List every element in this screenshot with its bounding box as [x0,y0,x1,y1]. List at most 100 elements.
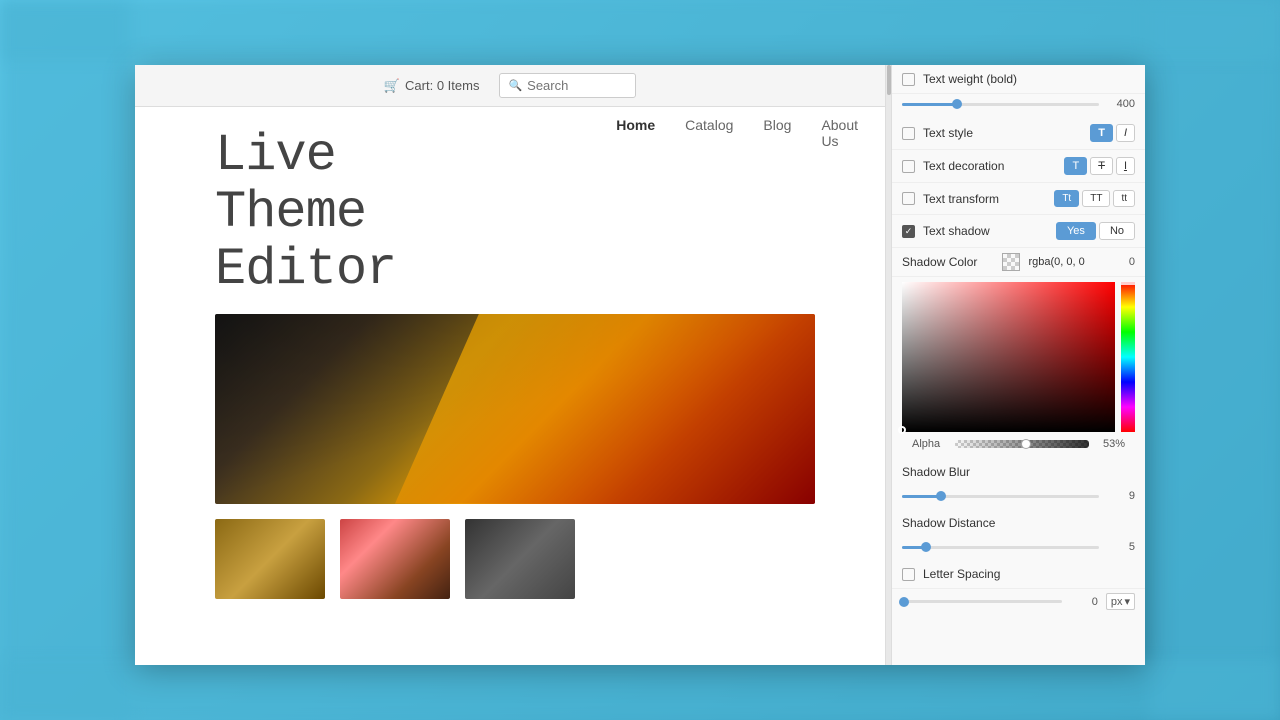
editor-panel: Text weight (bold) 400 Text style T I [885,65,1145,665]
alpha-track[interactable] [955,440,1089,448]
text-style-label: Text style [923,126,1082,140]
shadow-blur-value: 9 [1107,490,1135,502]
text-weight-thumb[interactable] [952,99,962,109]
alpha-label: Alpha [912,438,947,450]
text-transform-lower-btn[interactable]: tt [1113,190,1135,207]
text-shadow-yn: Yes No [1056,222,1135,240]
alpha-value: 53% [1097,438,1125,450]
shadow-distance-track[interactable] [902,546,1099,549]
panel-content: Text weight (bold) 400 Text style T I [892,65,1145,665]
letter-spacing-value: 0 [1070,596,1098,608]
letter-spacing-slider-row: 0 px ▾ [892,589,1145,617]
gradient-dark-overlay [902,282,1115,432]
alpha-thumb[interactable] [1021,439,1031,449]
shadow-color-value: rgba(0, 0, 0 [1028,256,1120,268]
shadow-blur-row: Shadow Blur [892,458,1145,486]
shadow-blur-track[interactable] [902,495,1099,498]
shadow-color-label: Shadow Color [902,255,994,269]
text-transform-label: Text transform [923,192,1046,206]
shadow-blur-label: Shadow Blur [902,465,1135,479]
shadow-distance-value: 5 [1107,541,1135,553]
preview-header: 🛒 Cart: 0 Items 🔍 [135,65,885,107]
search-input[interactable] [527,78,627,93]
hue-indicator [1121,282,1135,285]
letter-spacing-row: Letter Spacing [892,560,1145,589]
picker-cursor [898,426,906,434]
shadow-distance-thumb[interactable] [921,542,931,552]
text-decoration-checkbox[interactable] [902,160,915,173]
nav-item-blog[interactable]: Blog [763,117,791,149]
website-preview: 🛒 Cart: 0 Items 🔍 Live Theme Editor [135,65,885,665]
letter-spacing-unit[interactable]: px ▾ [1106,593,1135,610]
text-transform-title-btn[interactable]: Tt [1054,190,1079,207]
shadow-color-swatch[interactable] [1002,253,1020,271]
text-weight-value: 400 [1107,98,1135,110]
text-shadow-no-btn[interactable]: No [1099,222,1135,240]
text-decoration-buttons: T T I [1064,157,1135,175]
text-shadow-row: Text shadow Yes No [892,215,1145,248]
thumb-2 [340,519,450,599]
site-title-line3: Editor [215,241,396,298]
text-shadow-label: Text shadow [923,224,1048,238]
shadow-distance-row: Shadow Distance [892,509,1145,537]
shadow-color-row: Shadow Color rgba(0, 0, 0 0 [892,248,1145,277]
main-container: 🛒 Cart: 0 Items 🔍 Live Theme Editor [135,65,1145,665]
letter-spacing-label: Letter Spacing [923,567,1135,581]
gradient-hue-bar[interactable] [1121,282,1135,432]
text-weight-row: Text weight (bold) [892,65,1145,94]
cart-icon: 🛒 [384,78,400,94]
nav-bar: Home Catalog Blog About Us [616,107,858,164]
site-title-line2: Theme [215,184,396,241]
letter-spacing-track[interactable] [902,600,1062,603]
panel-with-scroll: Text weight (bold) 400 Text style T I [886,65,1145,665]
text-style-buttons: T I [1090,124,1135,142]
text-style-row: Text style T I [892,117,1145,150]
text-decoration-row: Text decoration T T I [892,150,1145,183]
text-transform-upper-btn[interactable]: TT [1082,190,1110,207]
text-style-bold-btn[interactable]: T [1090,124,1113,142]
hero-image [215,314,815,504]
search-icon: 🔍 [508,79,522,92]
shadow-distance-slider-row: 5 [892,537,1145,560]
text-weight-slider-row: 400 [892,94,1145,117]
text-weight-checkbox[interactable] [902,73,915,86]
chevron-down-icon: ▾ [1124,595,1130,608]
cart-label: 🛒 Cart: 0 Items [384,78,480,94]
text-weight-label: Text weight (bold) [923,72,1135,86]
preview-content: Live Theme Editor Home Catalog Blog Abou… [135,107,885,665]
cart-text: Cart: 0 Items [405,78,479,93]
text-transform-checkbox[interactable] [902,192,915,205]
letter-spacing-checkbox[interactable] [902,568,915,581]
text-weight-track[interactable] [902,103,1099,106]
shadow-distance-label: Shadow Distance [902,516,1135,530]
text-style-italic-btn[interactable]: I [1116,124,1135,142]
scroll-thumb [887,65,891,95]
nav-item-about[interactable]: About Us [821,117,858,149]
text-decoration-label: Text decoration [923,159,1056,173]
text-style-checkbox[interactable] [902,127,915,140]
text-weight-fill [902,103,957,106]
search-box[interactable]: 🔍 [499,73,636,98]
nav-item-home[interactable]: Home [616,117,655,149]
text-transform-buttons: Tt TT tt [1054,190,1135,207]
gradient-picker[interactable] [902,282,1135,432]
nav-item-catalog[interactable]: Catalog [685,117,733,149]
text-transform-row: Text transform Tt TT tt [892,183,1145,215]
site-title-line1: Live [215,127,396,184]
text-deco-normal-btn[interactable]: T [1064,157,1087,175]
shadow-opacity-value: 0 [1129,256,1135,268]
text-deco-underline-btn[interactable]: I [1116,157,1135,175]
scroll-indicator[interactable] [886,65,892,665]
alpha-row: Alpha 53% [902,435,1135,453]
site-title: Live Theme Editor [165,107,396,314]
shadow-blur-thumb[interactable] [936,491,946,501]
thumb-1 [215,519,325,599]
text-shadow-checkbox[interactable] [902,225,915,238]
text-shadow-yes-btn[interactable]: Yes [1056,222,1096,240]
unit-label: px [1111,596,1123,608]
thumbnails [215,519,855,599]
thumb-3 [465,519,575,599]
color-picker-section: Alpha 53% [892,282,1145,458]
letter-spacing-thumb[interactable] [899,597,909,607]
text-deco-strike-btn[interactable]: T [1090,157,1113,175]
